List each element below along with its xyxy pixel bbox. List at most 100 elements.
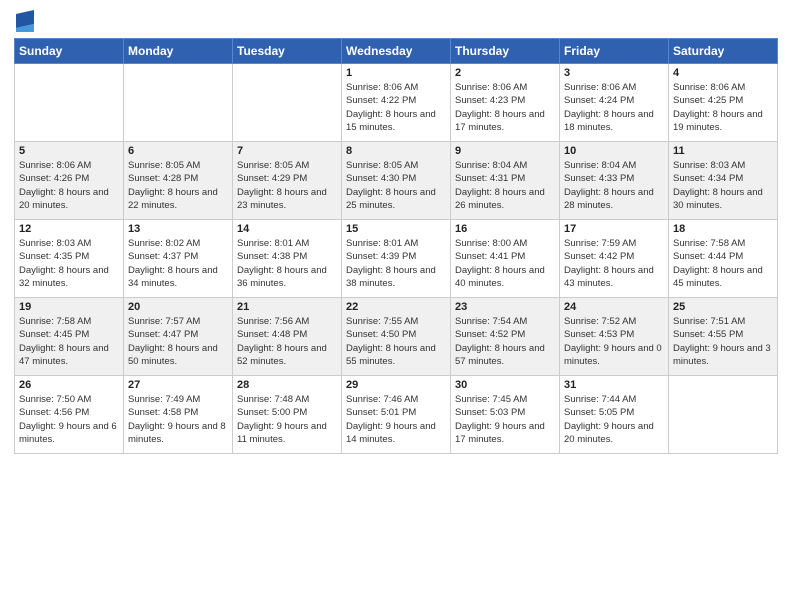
- day-info: Sunrise: 8:05 AM Sunset: 4:29 PM Dayligh…: [237, 159, 337, 212]
- day-number: 25: [673, 301, 773, 313]
- calendar-header-row: SundayMondayTuesdayWednesdayThursdayFrid…: [15, 39, 778, 64]
- calendar-header-sunday: Sunday: [15, 39, 124, 64]
- day-number: 18: [673, 223, 773, 235]
- logo-icon: [16, 10, 34, 32]
- calendar-week-1: 1 Sunrise: 8:06 AM Sunset: 4:22 PM Daylig…: [15, 64, 778, 142]
- day-number: 9: [455, 145, 555, 157]
- day-info: Sunrise: 8:06 AM Sunset: 4:22 PM Dayligh…: [346, 81, 446, 134]
- day-number: 4: [673, 67, 773, 79]
- calendar-cell: 6Sunrise: 8:05 AM Sunset: 4:28 PM Daylig…: [124, 142, 233, 220]
- calendar-table: SundayMondayTuesdayWednesdayThursdayFrid…: [14, 38, 778, 454]
- calendar-cell: 26Sunrise: 7:50 AM Sunset: 4:56 PM Dayli…: [15, 376, 124, 454]
- logo: [14, 10, 34, 32]
- day-number: 29: [346, 379, 446, 391]
- day-number: 20: [128, 301, 228, 313]
- day-number: 19: [19, 301, 119, 313]
- day-info: Sunrise: 7:50 AM Sunset: 4:56 PM Dayligh…: [19, 393, 119, 446]
- day-info: Sunrise: 8:00 AM Sunset: 4:41 PM Dayligh…: [455, 237, 555, 290]
- calendar-cell: 9 Sunrise: 8:04 AM Sunset: 4:31 PM Daylig…: [451, 142, 560, 220]
- calendar-cell: 5 Sunrise: 8:06 AM Sunset: 4:26 PM Daylig…: [15, 142, 124, 220]
- calendar-week-2: 5 Sunrise: 8:06 AM Sunset: 4:26 PM Daylig…: [15, 142, 778, 220]
- day-number: 13: [128, 223, 228, 235]
- calendar-header-friday: Friday: [560, 39, 669, 64]
- calendar-cell: 25 Sunrise: 7:51 AM Sunset: 4:55 PM Dayli…: [669, 298, 778, 376]
- day-number: 27: [128, 379, 228, 391]
- calendar-week-3: 12Sunrise: 8:03 AM Sunset: 4:35 PM Dayli…: [15, 220, 778, 298]
- day-info: Sunrise: 7:54 AM Sunset: 4:52 PM Dayligh…: [455, 315, 555, 368]
- main-container: SundayMondayTuesdayWednesdayThursdayFrid…: [0, 0, 792, 612]
- day-info: Sunrise: 7:56 AM Sunset: 4:48 PM Dayligh…: [237, 315, 337, 368]
- day-info: Sunrise: 7:49 AM Sunset: 4:58 PM Dayligh…: [128, 393, 228, 446]
- day-info: Sunrise: 7:51 AM Sunset: 4:55 PM Dayligh…: [673, 315, 773, 368]
- calendar-cell: 31Sunrise: 7:44 AM Sunset: 5:05 PM Dayli…: [560, 376, 669, 454]
- day-number: 17: [564, 223, 664, 235]
- calendar-cell: 2 Sunrise: 8:06 AM Sunset: 4:23 PM Daylig…: [451, 64, 560, 142]
- calendar-cell: [15, 64, 124, 142]
- calendar-cell: 22Sunrise: 7:55 AM Sunset: 4:50 PM Dayli…: [342, 298, 451, 376]
- day-number: 12: [19, 223, 119, 235]
- day-number: 14: [237, 223, 337, 235]
- header: [14, 10, 778, 32]
- calendar-cell: 29Sunrise: 7:46 AM Sunset: 5:01 PM Dayli…: [342, 376, 451, 454]
- day-number: 23: [455, 301, 555, 313]
- day-info: Sunrise: 8:04 AM Sunset: 4:33 PM Dayligh…: [564, 159, 664, 212]
- day-number: 28: [237, 379, 337, 391]
- calendar-header-monday: Monday: [124, 39, 233, 64]
- calendar-cell: 20Sunrise: 7:57 AM Sunset: 4:47 PM Dayli…: [124, 298, 233, 376]
- day-info: Sunrise: 8:01 AM Sunset: 4:39 PM Dayligh…: [346, 237, 446, 290]
- calendar-cell: [124, 64, 233, 142]
- calendar-cell: 3 Sunrise: 8:06 AM Sunset: 4:24 PM Daylig…: [560, 64, 669, 142]
- day-info: Sunrise: 8:04 AM Sunset: 4:31 PM Dayligh…: [455, 159, 555, 212]
- day-info: Sunrise: 8:03 AM Sunset: 4:34 PM Dayligh…: [673, 159, 773, 212]
- day-number: 1: [346, 67, 446, 79]
- calendar-cell: 13 Sunrise: 8:02 AM Sunset: 4:37 PM Dayli…: [124, 220, 233, 298]
- calendar-cell: 21 Sunrise: 7:56 AM Sunset: 4:48 PM Dayli…: [233, 298, 342, 376]
- calendar-cell: [233, 64, 342, 142]
- calendar-header-wednesday: Wednesday: [342, 39, 451, 64]
- day-info: Sunrise: 8:06 AM Sunset: 4:25 PM Dayligh…: [673, 81, 773, 134]
- calendar-cell: 8 Sunrise: 8:05 AM Sunset: 4:30 PM Daylig…: [342, 142, 451, 220]
- calendar-cell: [669, 376, 778, 454]
- day-info: Sunrise: 8:02 AM Sunset: 4:37 PM Dayligh…: [128, 237, 228, 290]
- calendar-cell: 23 Sunrise: 7:54 AM Sunset: 4:52 PM Dayli…: [451, 298, 560, 376]
- calendar-cell: 28Sunrise: 7:48 AM Sunset: 5:00 PM Dayli…: [233, 376, 342, 454]
- calendar-cell: 30Sunrise: 7:45 AM Sunset: 5:03 PM Dayli…: [451, 376, 560, 454]
- calendar-cell: 1 Sunrise: 8:06 AM Sunset: 4:22 PM Daylig…: [342, 64, 451, 142]
- day-number: 30: [455, 379, 555, 391]
- day-info: Sunrise: 8:06 AM Sunset: 4:26 PM Dayligh…: [19, 159, 119, 212]
- day-number: 2: [455, 67, 555, 79]
- day-number: 6: [128, 145, 228, 157]
- day-info: Sunrise: 8:01 AM Sunset: 4:38 PM Dayligh…: [237, 237, 337, 290]
- day-number: 22: [346, 301, 446, 313]
- calendar-cell: 4 Sunrise: 8:06 AM Sunset: 4:25 PM Daylig…: [669, 64, 778, 142]
- calendar-week-5: 26Sunrise: 7:50 AM Sunset: 4:56 PM Dayli…: [15, 376, 778, 454]
- day-info: Sunrise: 7:58 AM Sunset: 4:44 PM Dayligh…: [673, 237, 773, 290]
- day-number: 16: [455, 223, 555, 235]
- day-number: 5: [19, 145, 119, 157]
- calendar-cell: 15 Sunrise: 8:01 AM Sunset: 4:39 PM Dayli…: [342, 220, 451, 298]
- calendar-header-tuesday: Tuesday: [233, 39, 342, 64]
- calendar-cell: 12Sunrise: 8:03 AM Sunset: 4:35 PM Dayli…: [15, 220, 124, 298]
- day-number: 7: [237, 145, 337, 157]
- day-info: Sunrise: 7:44 AM Sunset: 5:05 PM Dayligh…: [564, 393, 664, 446]
- day-info: Sunrise: 7:52 AM Sunset: 4:53 PM Dayligh…: [564, 315, 664, 368]
- calendar-cell: 10 Sunrise: 8:04 AM Sunset: 4:33 PM Dayli…: [560, 142, 669, 220]
- calendar-cell: 18 Sunrise: 7:58 AM Sunset: 4:44 PM Dayli…: [669, 220, 778, 298]
- day-number: 8: [346, 145, 446, 157]
- day-info: Sunrise: 7:59 AM Sunset: 4:42 PM Dayligh…: [564, 237, 664, 290]
- calendar-cell: 27 Sunrise: 7:49 AM Sunset: 4:58 PM Dayli…: [124, 376, 233, 454]
- day-info: Sunrise: 8:06 AM Sunset: 4:24 PM Dayligh…: [564, 81, 664, 134]
- day-number: 15: [346, 223, 446, 235]
- day-number: 3: [564, 67, 664, 79]
- day-number: 11: [673, 145, 773, 157]
- day-info: Sunrise: 7:58 AM Sunset: 4:45 PM Dayligh…: [19, 315, 119, 368]
- day-info: Sunrise: 8:05 AM Sunset: 4:30 PM Dayligh…: [346, 159, 446, 212]
- day-info: Sunrise: 8:06 AM Sunset: 4:23 PM Dayligh…: [455, 81, 555, 134]
- day-number: 24: [564, 301, 664, 313]
- day-number: 10: [564, 145, 664, 157]
- calendar-cell: 17 Sunrise: 7:59 AM Sunset: 4:42 PM Dayli…: [560, 220, 669, 298]
- calendar-cell: 24 Sunrise: 7:52 AM Sunset: 4:53 PM Dayli…: [560, 298, 669, 376]
- calendar-header-thursday: Thursday: [451, 39, 560, 64]
- day-number: 21: [237, 301, 337, 313]
- calendar-cell: 19 Sunrise: 7:58 AM Sunset: 4:45 PM Dayli…: [15, 298, 124, 376]
